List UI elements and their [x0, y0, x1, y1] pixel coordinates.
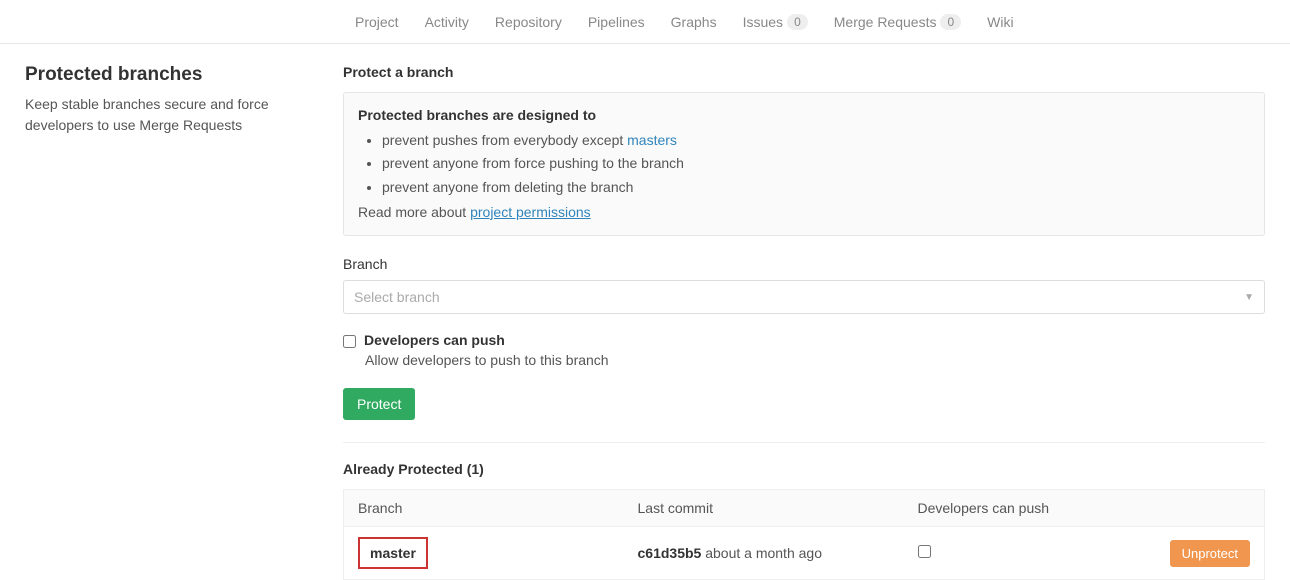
nav-repository[interactable]: Repository — [482, 2, 575, 42]
masters-link[interactable]: masters — [627, 132, 677, 148]
info-panel: Protected branches are designed to preve… — [343, 92, 1265, 236]
already-protected-heading: Already Protected (1) — [343, 461, 1265, 477]
row-dev-push-checkbox[interactable] — [918, 545, 931, 558]
branch-select-placeholder: Select branch — [354, 289, 440, 305]
col-branch: Branch — [344, 490, 624, 527]
branch-name[interactable]: master — [358, 537, 428, 569]
protect-button[interactable]: Protect — [343, 388, 415, 420]
developers-can-push-label: Developers can push — [364, 332, 505, 348]
info-readmore: Read more about project permissions — [358, 202, 1250, 224]
col-dev-push: Developers can push — [904, 490, 1124, 527]
protect-branch-heading: Protect a branch — [343, 64, 1265, 80]
issues-badge: 0 — [787, 14, 808, 30]
chevron-down-icon: ▼ — [1244, 292, 1254, 303]
nav-graphs[interactable]: Graphs — [658, 2, 730, 42]
top-nav: Project Activity Repository Pipelines Gr… — [0, 0, 1290, 44]
developers-can-push-help: Allow developers to push to this branch — [365, 352, 1265, 368]
project-permissions-link[interactable]: project permissions — [470, 204, 591, 220]
info-intro: Protected branches are designed to — [358, 105, 1250, 127]
branch-label: Branch — [343, 256, 1265, 272]
info-bullet-2: prevent anyone from force pushing to the… — [382, 152, 1250, 176]
col-last-commit: Last commit — [624, 490, 904, 527]
sidebar-description: Keep stable branches secure and force de… — [25, 94, 323, 136]
nav-pipelines[interactable]: Pipelines — [575, 2, 658, 42]
table-row: master c61d35b5 about a month ago Unprot… — [344, 527, 1265, 580]
col-actions — [1124, 490, 1265, 527]
commit-hash[interactable]: c61d35b5 — [638, 545, 702, 561]
merge-requests-badge: 0 — [940, 14, 961, 30]
settings-sidebar: Protected branches Keep stable branches … — [25, 64, 343, 580]
info-bullet-3: prevent anyone from deleting the branch — [382, 176, 1250, 200]
branch-select[interactable]: Select branch ▼ — [343, 280, 1265, 314]
separator — [343, 442, 1265, 443]
protected-table: Branch Last commit Developers can push m… — [343, 489, 1265, 580]
info-bullet-1: prevent pushes from everybody except mas… — [382, 129, 1250, 153]
nav-wiki[interactable]: Wiki — [974, 2, 1026, 42]
developers-can-push-checkbox[interactable] — [343, 335, 356, 348]
unprotect-button[interactable]: Unprotect — [1170, 540, 1250, 567]
sidebar-title: Protected branches — [25, 64, 323, 86]
nav-activity[interactable]: Activity — [412, 2, 482, 42]
nav-issues[interactable]: Issues0 — [730, 2, 821, 42]
nav-project[interactable]: Project — [342, 2, 412, 42]
nav-merge-requests[interactable]: Merge Requests0 — [821, 2, 974, 42]
